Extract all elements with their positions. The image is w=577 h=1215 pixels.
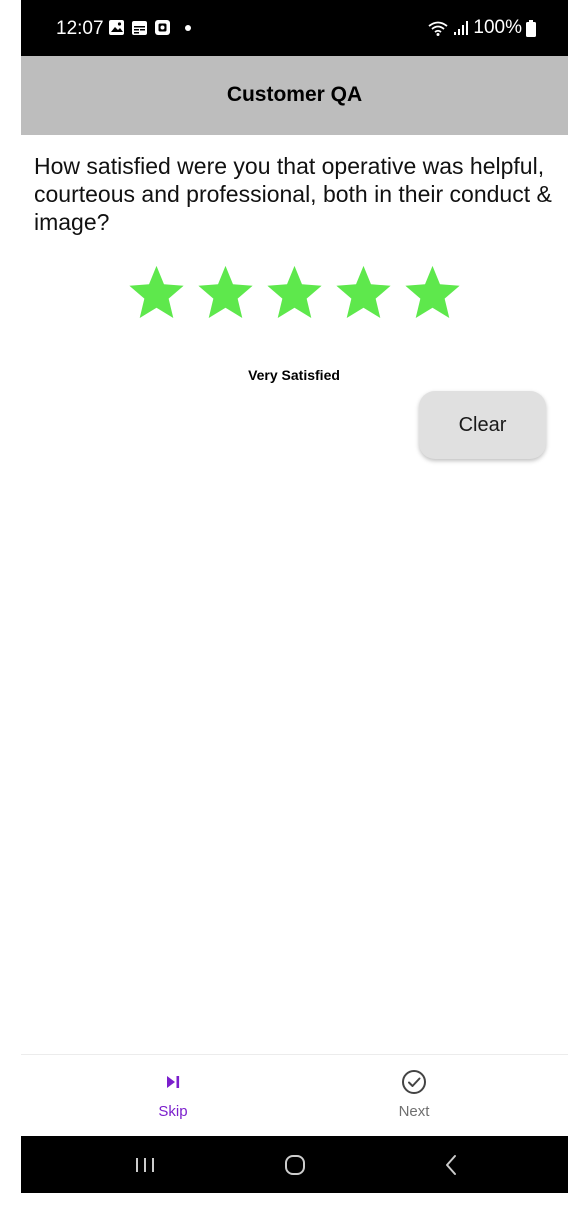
page-title: Customer QA — [226, 82, 363, 106]
question-text: How satisfied were you that operative wa… — [34, 153, 552, 235]
star-icon-1[interactable] — [124, 262, 189, 324]
status-system-indicators: 100% — [428, 17, 536, 39]
star-icon-3[interactable] — [262, 262, 327, 324]
star-icon-4[interactable] — [331, 262, 396, 324]
signal-icon — [454, 20, 469, 35]
battery-icon — [526, 19, 536, 37]
screen-right-margin — [568, 0, 577, 1215]
app-screen: 12:07 100% Customer QA How satisfied wer… — [0, 0, 568, 1215]
notification-dot-icon — [185, 24, 191, 31]
battery-percentage: 100% — [473, 17, 522, 38]
screen-record-icon — [155, 20, 170, 35]
screen-bottom-margin — [0, 1193, 577, 1215]
rating-label: Very Satisfied — [248, 367, 340, 383]
system-navigation-bar — [21, 1136, 568, 1193]
star-rating[interactable] — [124, 262, 465, 324]
home-icon[interactable] — [280, 1151, 310, 1179]
recents-icon[interactable] — [130, 1151, 160, 1179]
back-icon[interactable] — [436, 1151, 466, 1179]
screen-left-margin — [0, 0, 21, 135]
next-label: Next — [398, 1103, 430, 1120]
skip-button[interactable]: Skip — [133, 1069, 213, 1120]
skip-label: Skip — [158, 1103, 188, 1120]
star-icon-5[interactable] — [400, 262, 465, 324]
skip-next-icon — [167, 1076, 180, 1088]
wifi-icon — [428, 21, 448, 36]
bottom-navigation: Skip Next — [21, 1054, 568, 1137]
clear-button[interactable]: Clear — [419, 391, 546, 459]
next-button[interactable]: Next — [374, 1069, 454, 1120]
check-circle-icon — [402, 1070, 426, 1094]
star-icon-2[interactable] — [193, 262, 258, 324]
status-notification-icons — [108, 19, 191, 36]
app-header: Customer QA — [21, 56, 568, 135]
gallery-icon — [109, 20, 124, 35]
status-bar: 12:07 100% — [21, 0, 568, 56]
calendar-icon — [132, 21, 147, 35]
status-time: 12:07 — [56, 18, 104, 39]
